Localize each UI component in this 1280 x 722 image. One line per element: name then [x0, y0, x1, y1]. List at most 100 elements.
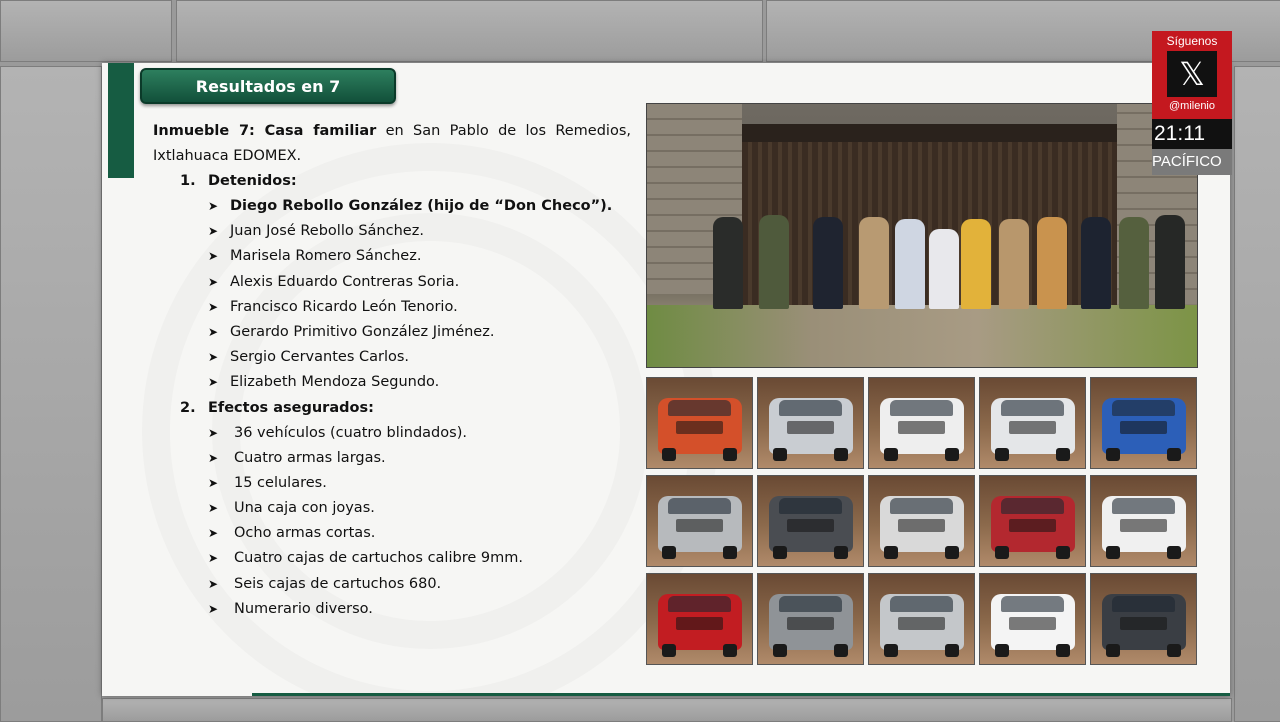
vehicle-part [833, 448, 849, 461]
vehicle-part [944, 546, 960, 559]
vehicle-photo [646, 475, 753, 567]
vehicle-part [1112, 595, 1175, 612]
detainee-name: Elizabeth Mendoza Segundo. [230, 374, 440, 391]
seized-item: Cuatro armas largas. [234, 449, 386, 466]
vehicle-part [676, 421, 723, 434]
time-zone: PACÍFICO [1152, 149, 1232, 175]
vehicle-photo [757, 475, 864, 567]
vehicle-part [1105, 448, 1121, 461]
vehicle-photo [757, 377, 864, 469]
vehicle-part [1120, 519, 1167, 532]
arrow-bullet-icon: ➤ [208, 475, 219, 490]
results-text: Inmueble 7: Casa familiar en San Pablo d… [153, 119, 631, 622]
vehicle-part [1001, 595, 1064, 612]
seized-item: 36 vehículos (cuatro blindados). [234, 424, 467, 441]
vehicle-part [668, 399, 731, 416]
arrow-bullet-icon: ➤ [208, 199, 219, 213]
detainee-name: Gerardo Primitivo González Jiménez. [230, 323, 495, 340]
vehicle-part [787, 617, 834, 630]
vehicle-part [661, 448, 677, 461]
seized-item: Ocho armas cortas. [234, 525, 376, 542]
list-item: ➤ Cuatro cajas de cartuchos calibre 9mm. [208, 546, 631, 571]
vehicle-part [994, 546, 1010, 559]
x-logo-icon: 𝕏 [1167, 51, 1217, 97]
vehicle-photo [868, 475, 975, 567]
list-item: ➤ Juan José Rebollo Sánchez. [208, 219, 631, 244]
arrow-bullet-icon: ➤ [208, 375, 219, 390]
arrow-bullet-icon: ➤ [208, 274, 219, 289]
vehicle-photo [1090, 573, 1197, 665]
seized-item: Cuatro cajas de cartuchos calibre 9mm. [234, 550, 523, 567]
arrow-bullet-icon: ➤ [208, 501, 219, 516]
slide-accent-bar [108, 63, 134, 178]
detainee-name: Sergio Cervantes Carlos. [230, 349, 410, 366]
vehicle-part [1120, 421, 1167, 434]
vehicle-part [1001, 399, 1064, 416]
vehicle-part [722, 546, 738, 559]
vehicle-part [668, 595, 731, 612]
vehicle-part [772, 644, 788, 657]
presentation-slide: Resultados en 7 Inmueble 7: Casa familia… [102, 63, 1230, 696]
vehicle-part [1055, 546, 1071, 559]
list-item: ➤ Seis cajas de cartuchos 680. [208, 572, 631, 597]
seized-item: Numerario diverso. [234, 600, 373, 617]
vehicle-photo [1090, 377, 1197, 469]
seized-item: Una caja con joyas. [234, 500, 375, 517]
vehicle-part [1009, 617, 1056, 630]
list-item: ➤ 15 celulares. [208, 471, 631, 496]
vehicle-part [890, 497, 953, 514]
social-handle: @milenio [1168, 100, 1215, 112]
vehicle-part [1112, 399, 1175, 416]
person-figure [1155, 215, 1185, 309]
background-panel [0, 0, 172, 62]
vehicle-part [883, 644, 899, 657]
list-item: ➤ Numerario diverso. [208, 597, 631, 622]
detainee-name: Juan José Rebollo Sánchez. [230, 223, 424, 240]
background-panel [0, 66, 102, 722]
section-title: Detenidos: [208, 173, 297, 189]
arrow-bullet-icon: ➤ [208, 526, 219, 541]
social-promo: Síguenos 𝕏 @milenio [1152, 31, 1232, 119]
vehicle-part [833, 546, 849, 559]
person-figure [813, 217, 843, 309]
person-figure [929, 229, 959, 309]
clock-time: 21:11 [1152, 119, 1232, 149]
vehicle-part [883, 448, 899, 461]
vehicle-part [1112, 497, 1175, 514]
vehicle-part [1166, 644, 1182, 657]
property-description: Inmueble 7: Casa familiar en San Pablo d… [153, 119, 631, 169]
list-item: ➤ 36 vehículos (cuatro blindados). [208, 421, 631, 446]
list-item: ➤ Una caja con joyas. [208, 496, 631, 521]
follow-label: Síguenos [1166, 34, 1218, 48]
section-number: 2. [180, 399, 196, 416]
person-figure [1037, 217, 1067, 309]
vehicle-part [787, 519, 834, 532]
arrow-bullet-icon: ➤ [208, 576, 219, 591]
vehicle-part [661, 644, 677, 657]
list-item: ➤ Cuatro armas largas. [208, 446, 631, 471]
arrow-bullet-icon: ➤ [208, 324, 219, 339]
person-figure [999, 219, 1029, 309]
vehicle-photo [868, 377, 975, 469]
vehicle-part [779, 399, 842, 416]
vehicle-part [1009, 519, 1056, 532]
detainee-name: Marisela Romero Sánchez. [230, 248, 422, 265]
vehicle-part [1120, 617, 1167, 630]
vehicle-photo [979, 377, 1086, 469]
arrow-bullet-icon: ➤ [208, 350, 219, 365]
vehicle-part [772, 448, 788, 461]
vehicle-part [722, 644, 738, 657]
vehicle-part [890, 399, 953, 416]
vehicle-part [1055, 448, 1071, 461]
vehicle-part [1001, 497, 1064, 514]
vehicles-photo-grid [646, 377, 1197, 665]
person-figure [961, 219, 991, 309]
list-item: ➤ Francisco Ricardo León Tenorio. [208, 295, 631, 320]
list-item: ➤ Elizabeth Mendoza Segundo. [208, 370, 631, 395]
person-figure [1081, 217, 1111, 309]
detainees-heading: 1. Detenidos: [153, 169, 631, 194]
vehicle-part [898, 421, 945, 434]
vehicle-part [668, 497, 731, 514]
slide-bottom-line [252, 693, 1230, 696]
property-label: Inmueble 7: Casa familiar [153, 123, 377, 139]
